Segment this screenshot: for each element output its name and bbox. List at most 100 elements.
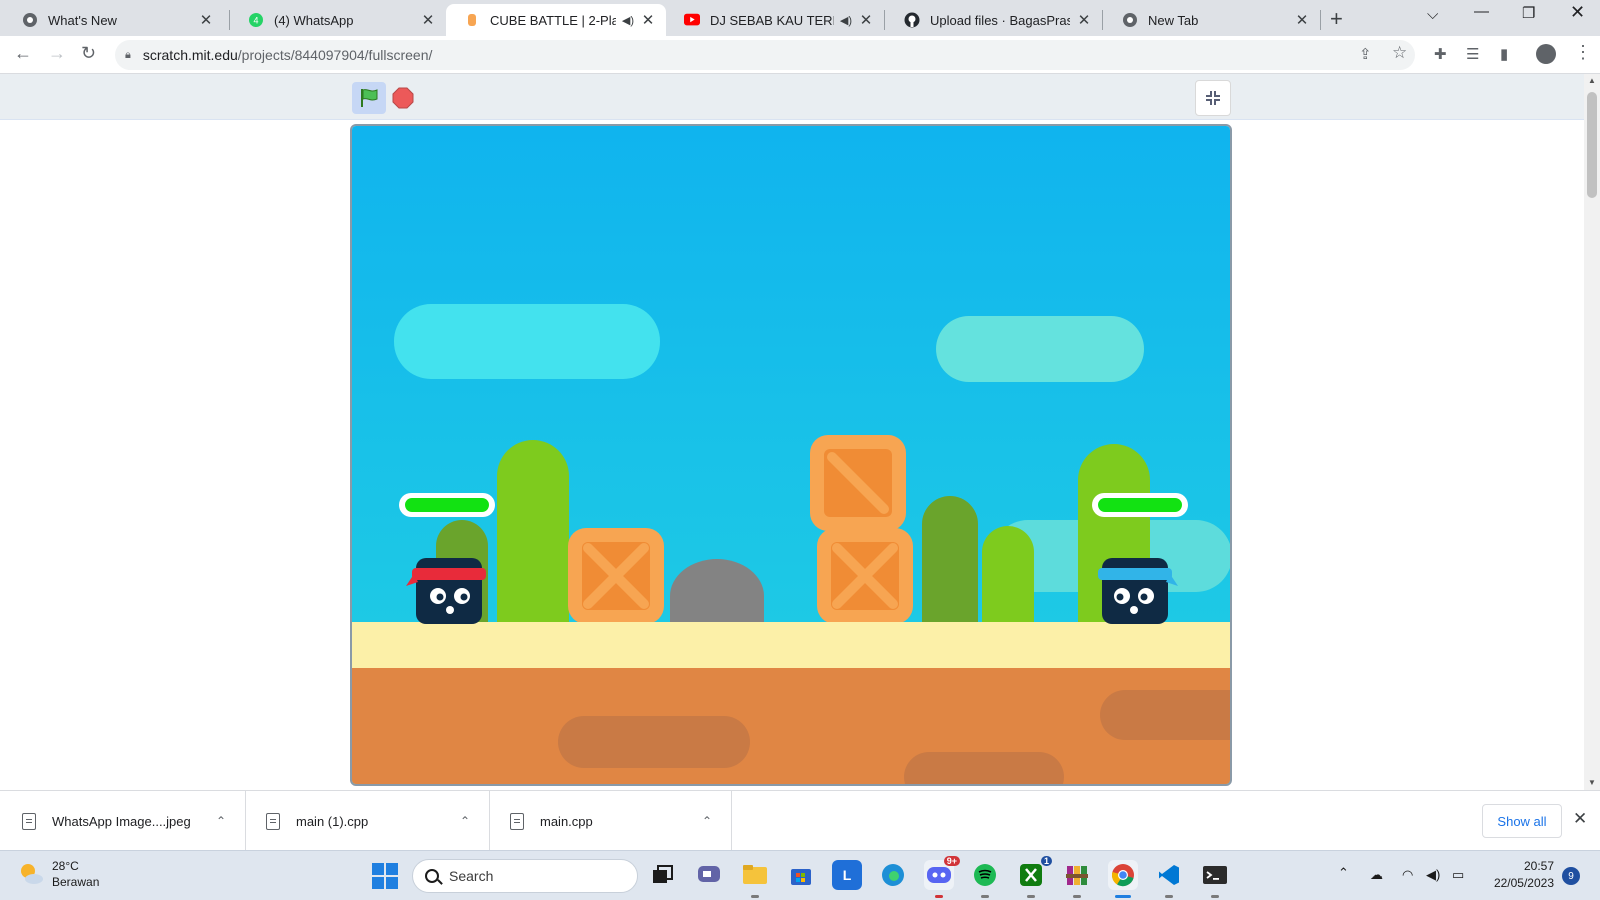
game-canvas[interactable] [352, 126, 1230, 784]
tab-whatsapp[interactable]: 4 (4) WhatsApp ✕ [230, 4, 446, 36]
close-tab-icon[interactable]: ✕ [1076, 11, 1092, 29]
player1-health-fill [405, 498, 489, 512]
green-flag-icon [361, 89, 378, 107]
discord-icon[interactable]: 9+ [924, 856, 960, 890]
tab-github[interactable]: Upload files · BagasPrass/A ✕ [886, 4, 1102, 36]
scroll-thumb[interactable] [1587, 92, 1597, 198]
weather-widget[interactable]: 28°C Berawan [18, 858, 99, 890]
scroll-down-arrow[interactable]: ▼ [1588, 778, 1596, 787]
url-path: /projects/844097904/fullscreen/ [237, 47, 433, 63]
download-item[interactable]: WhatsApp Image....jpeg ⌃ [0, 791, 246, 851]
teams-chat-icon[interactable] [694, 860, 724, 890]
downloads-bar: WhatsApp Image....jpeg ⌃ main (1).cpp ⌃ … [0, 790, 1600, 851]
new-tab-button[interactable]: + [1330, 6, 1343, 32]
media-control-icon[interactable]: ☰ [1466, 45, 1479, 63]
taskbar-search[interactable]: Search [412, 859, 638, 893]
address-bar[interactable]: 🔒︎ scratch.mit.edu/projects/844097904/fu… [115, 40, 1415, 70]
tab-whats-new[interactable]: What's New ✕ [4, 4, 224, 36]
extensions-icon[interactable]: ✚ [1434, 45, 1447, 63]
exit-fullscreen-button[interactable] [1195, 80, 1231, 116]
terminal-icon[interactable] [1200, 860, 1230, 890]
close-tab-icon[interactable]: ✕ [420, 11, 436, 29]
partly-cloudy-icon [18, 861, 44, 887]
winrar-icon[interactable] [1062, 860, 1092, 890]
cloud [394, 304, 660, 379]
volume-icon[interactable]: ◀) [1426, 867, 1440, 883]
audio-playing-icon[interactable]: ◀) [840, 14, 852, 27]
scroll-up-arrow[interactable]: ▲ [1588, 76, 1596, 85]
chevron-up-icon[interactable]: ⌃ [1338, 865, 1349, 881]
bookmark-star-icon[interactable]: ☆ [1392, 43, 1407, 63]
vscode-icon[interactable] [1154, 860, 1184, 890]
file-icon [510, 812, 524, 830]
xbox-icon[interactable]: 1 [1016, 856, 1052, 890]
file-explorer-icon[interactable] [740, 860, 770, 890]
minimize-button[interactable]: — [1474, 3, 1489, 20]
download-item[interactable]: main.cpp ⌃ [490, 791, 732, 851]
page-scrollbar[interactable]: ▲ ▼ [1584, 74, 1600, 790]
cloud [936, 316, 1144, 382]
chrome-taskbar-icon[interactable] [1108, 860, 1138, 890]
reload-button[interactable]: ↻ [81, 43, 96, 64]
profile-avatar[interactable] [1536, 44, 1556, 64]
weather-temperature: 28°C [52, 859, 79, 873]
download-item[interactable]: main (1).cpp ⌃ [246, 791, 490, 851]
microsoft-store-icon[interactable] [786, 860, 816, 890]
discord-badge: 9+ [943, 856, 960, 866]
dirt-layer [352, 668, 1230, 784]
share-icon[interactable]: ⇪ [1359, 45, 1372, 63]
chevron-up-icon[interactable]: ⌃ [216, 814, 226, 828]
notification-badge[interactable]: 9 [1562, 867, 1580, 885]
side-panel-icon[interactable]: ▮ [1500, 45, 1508, 63]
tab-cube-battle[interactable]: CUBE BATTLE | 2-Player ◀) ✕ [446, 4, 666, 36]
tab-search-icon[interactable]: ⌵ [1427, 6, 1438, 23]
menu-icon[interactable]: ⋮ [1574, 42, 1592, 63]
player2-health-fill [1098, 498, 1182, 512]
onedrive-icon[interactable]: ☁ [1370, 867, 1383, 883]
show-all-button[interactable]: Show all [1482, 804, 1562, 838]
close-tab-icon[interactable]: ✕ [640, 11, 656, 29]
close-tab-icon[interactable]: ✕ [858, 11, 874, 29]
chevron-up-icon[interactable]: ⌃ [460, 814, 470, 828]
battery-icon[interactable]: ▭ [1452, 867, 1464, 883]
back-button[interactable]: ← [14, 43, 32, 64]
edge-icon[interactable] [878, 860, 908, 890]
tab-title: DJ SEBAB KAU TERLALU [710, 12, 834, 28]
tab-youtube[interactable]: DJ SEBAB KAU TERLALU ◀) ✕ [666, 4, 884, 36]
player2-cube [1098, 558, 1178, 624]
game-stage[interactable] [350, 124, 1232, 786]
audio-playing-icon[interactable]: ◀) [622, 14, 634, 27]
restore-button[interactable]: ❐ [1522, 4, 1535, 22]
close-tab-icon[interactable]: ✕ [1294, 11, 1310, 29]
green-flag-button[interactable] [352, 82, 386, 114]
close-window-button[interactable]: ✕ [1570, 2, 1585, 23]
dirt-stone [1100, 690, 1230, 740]
tab-new-tab[interactable]: New Tab ✕ [1104, 4, 1320, 36]
github-icon [904, 12, 920, 28]
close-downloads-icon[interactable]: ✕ [1573, 809, 1587, 829]
forward-button[interactable]: → [48, 43, 66, 64]
system-clock[interactable]: 20:57 22/05/2023 [1486, 858, 1554, 892]
dirt-stone [558, 716, 750, 768]
bush [982, 526, 1034, 622]
download-filename: main (1).cpp [296, 813, 369, 829]
l-app-icon[interactable]: L [832, 860, 862, 890]
tab-title: (4) WhatsApp [274, 12, 354, 28]
wifi-icon[interactable]: ◠ [1402, 867, 1413, 883]
close-tab-icon[interactable]: ✕ [198, 11, 214, 29]
clock-date: 22/05/2023 [1493, 876, 1554, 890]
tab-title: New Tab [1148, 12, 1199, 28]
spotify-icon[interactable] [970, 860, 1000, 890]
search-icon [425, 869, 439, 883]
crate [817, 528, 913, 624]
task-view-icon[interactable] [648, 860, 678, 890]
exit-fullscreen-icon [1206, 91, 1220, 105]
scratch-icon [464, 12, 480, 28]
stop-button[interactable] [392, 87, 414, 109]
page-content [0, 74, 1584, 790]
stop-sign-icon [392, 87, 414, 109]
chevron-up-icon[interactable]: ⌃ [702, 814, 712, 828]
start-button[interactable] [372, 863, 398, 889]
lock-icon[interactable]: 🔒︎ [125, 49, 131, 62]
file-icon [22, 812, 36, 830]
